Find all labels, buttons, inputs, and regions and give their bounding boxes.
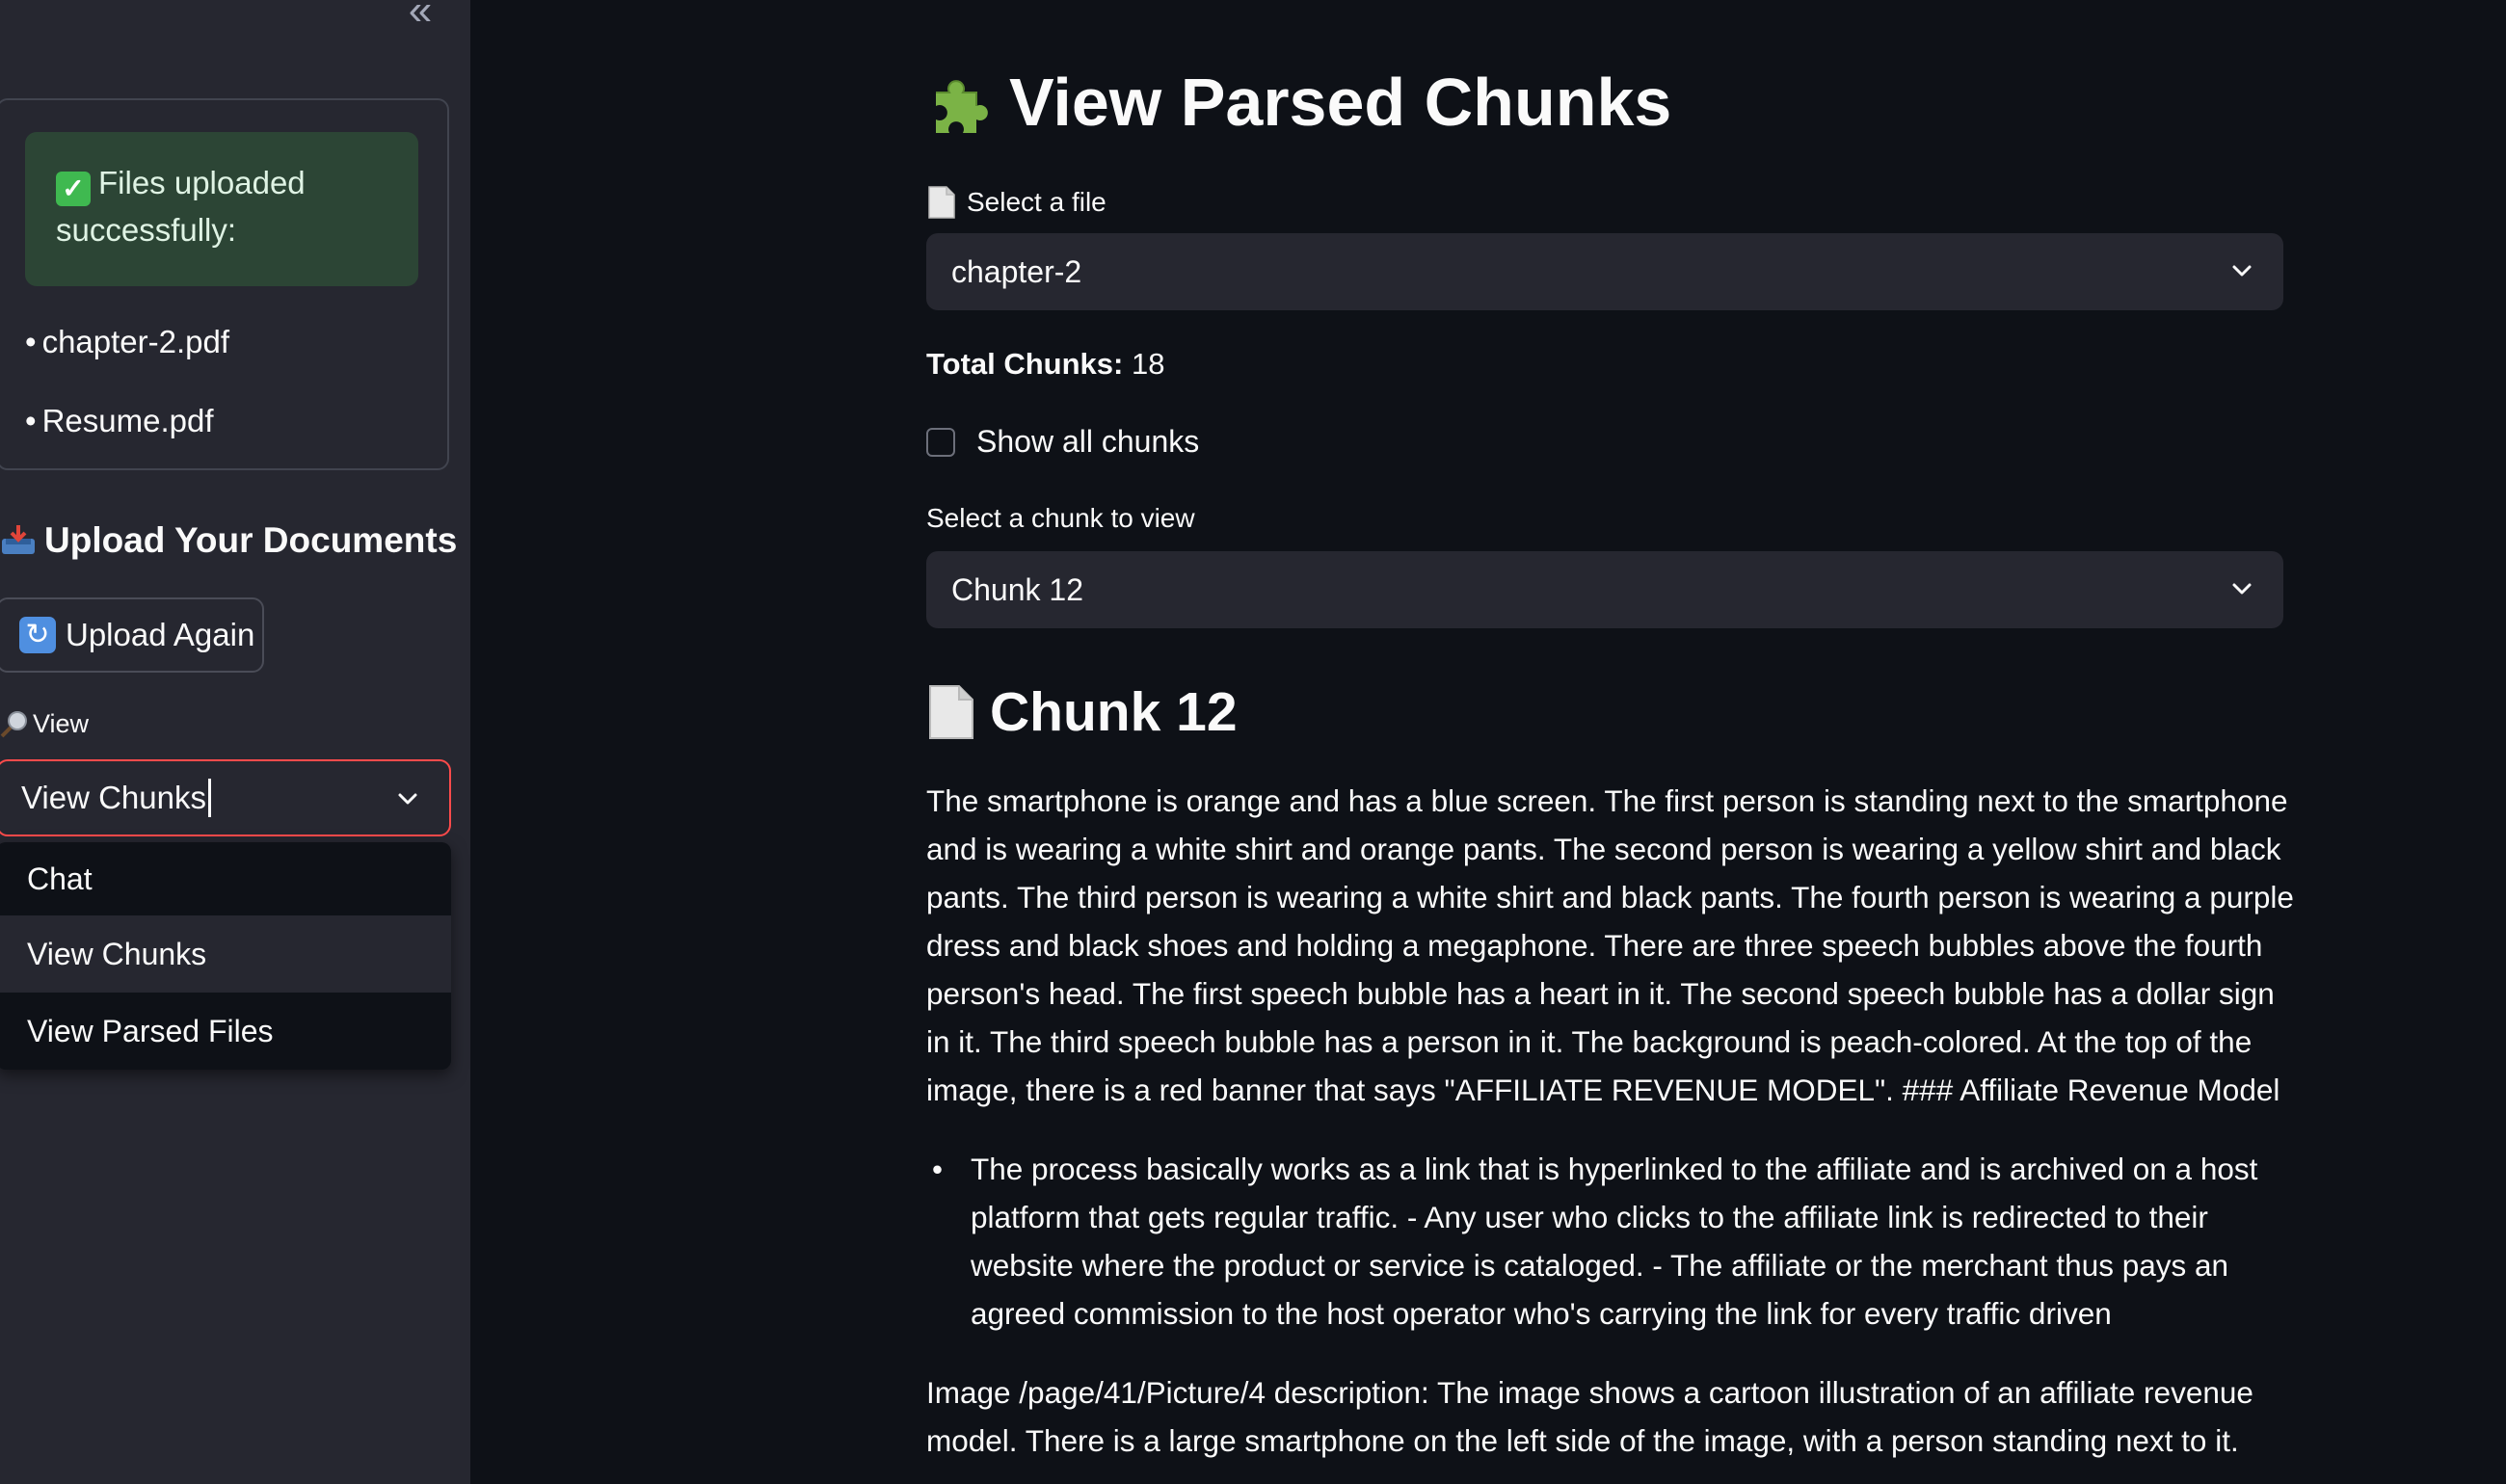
document-icon [929, 685, 973, 739]
upload-again-button[interactable]: Upload Again [0, 597, 264, 673]
chunk-list-item: • The process basically works as a link … [932, 1152, 2258, 1331]
upload-status-panel: ✓ Files uploaded successfully: • chapter-2… [0, 98, 449, 470]
total-chunks: Total Chunks: 18 [926, 347, 1165, 381]
chunk-paragraph: Image /page/41/Picture/4 description: Th… [926, 1375, 2253, 1458]
view-option-view-parsed-files[interactable]: View Parsed Files [0, 993, 451, 1070]
check-mark-icon: ✓ [56, 172, 91, 206]
chunk-select-label: Select a chunk to view [926, 503, 1195, 533]
view-option-chat[interactable]: Chat [0, 842, 451, 915]
chunk-paragraph: The smartphone is orange and has a blue … [926, 783, 2294, 1107]
chevron-down-icon [2232, 583, 2252, 595]
uploaded-file-item: • Resume.pdf [25, 403, 214, 438]
view-select[interactable]: View Chunks [0, 759, 451, 836]
text-cursor [208, 779, 211, 817]
uploaded-file-item: • chapter-2.pdf [25, 324, 230, 359]
puzzle-piece-icon [936, 80, 988, 133]
page-title: View Parsed Chunks [926, 64, 1671, 141]
total-chunks-value: 18 [1132, 347, 1165, 381]
upload-section-heading: Upload Your Documents [0, 520, 457, 561]
checkbox-icon[interactable] [926, 427, 955, 457]
file-select-label: Select a file [926, 185, 1106, 220]
success-alert: ✓ Files uploaded successfully: [25, 132, 418, 286]
chevron-down-icon [2232, 265, 2252, 277]
chunk-heading: Chunk 12 [926, 680, 1238, 744]
main-content: View Parsed Chunks Select a file chapter… [470, 0, 2506, 1484]
file-select[interactable]: chapter-2 [926, 233, 2283, 310]
inbox-tray-icon [2, 525, 35, 554]
magnifier-icon [0, 711, 27, 738]
document-icon [928, 186, 955, 219]
view-option-view-chunks[interactable]: View Chunks [0, 915, 451, 993]
chevron-down-icon [398, 793, 417, 805]
view-label: View [0, 709, 89, 739]
view-options-dropdown: Chat View Chunks View Parsed Files [0, 842, 451, 1070]
refresh-icon [19, 617, 56, 653]
sidebar: « ✓ Files uploaded successfully: • chapter… [0, 0, 470, 1484]
success-message: Files uploaded successfully: [56, 165, 306, 248]
chunk-select[interactable]: Chunk 12 [926, 551, 2283, 628]
show-all-chunks-checkbox[interactable]: Show all chunks [926, 424, 1199, 460]
collapse-sidebar-icon[interactable]: « [403, 0, 438, 32]
